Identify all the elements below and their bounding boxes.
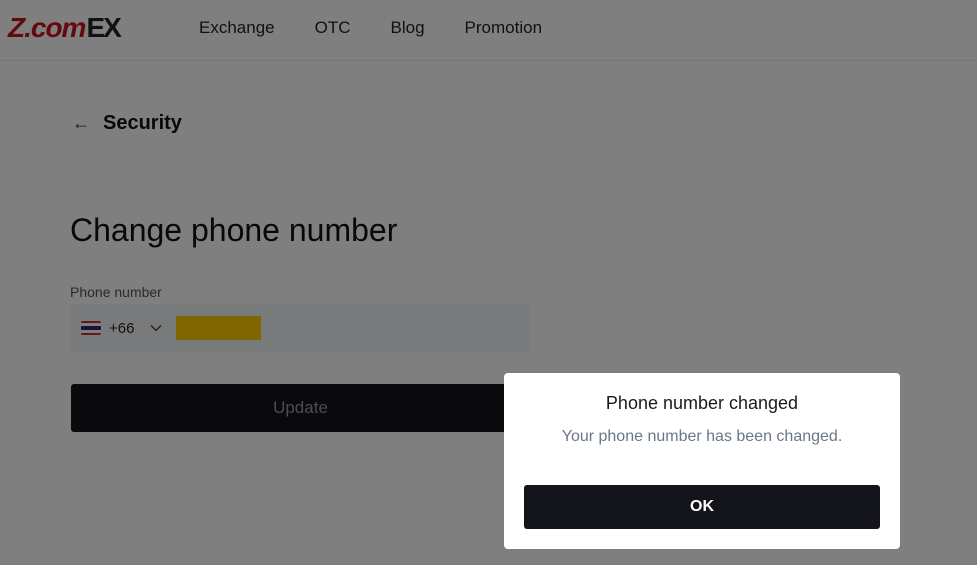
dialog-title: Phone number changed bbox=[605, 393, 799, 413]
page: Z.com EX Exchange OTC Blog Promotion ← S… bbox=[0, 0, 977, 565]
ok-button[interactable]: OK bbox=[524, 485, 880, 529]
success-dialog: Phone number changed Your phone number h… bbox=[504, 373, 900, 549]
dialog-message: Your phone number has been changed. bbox=[561, 428, 843, 445]
